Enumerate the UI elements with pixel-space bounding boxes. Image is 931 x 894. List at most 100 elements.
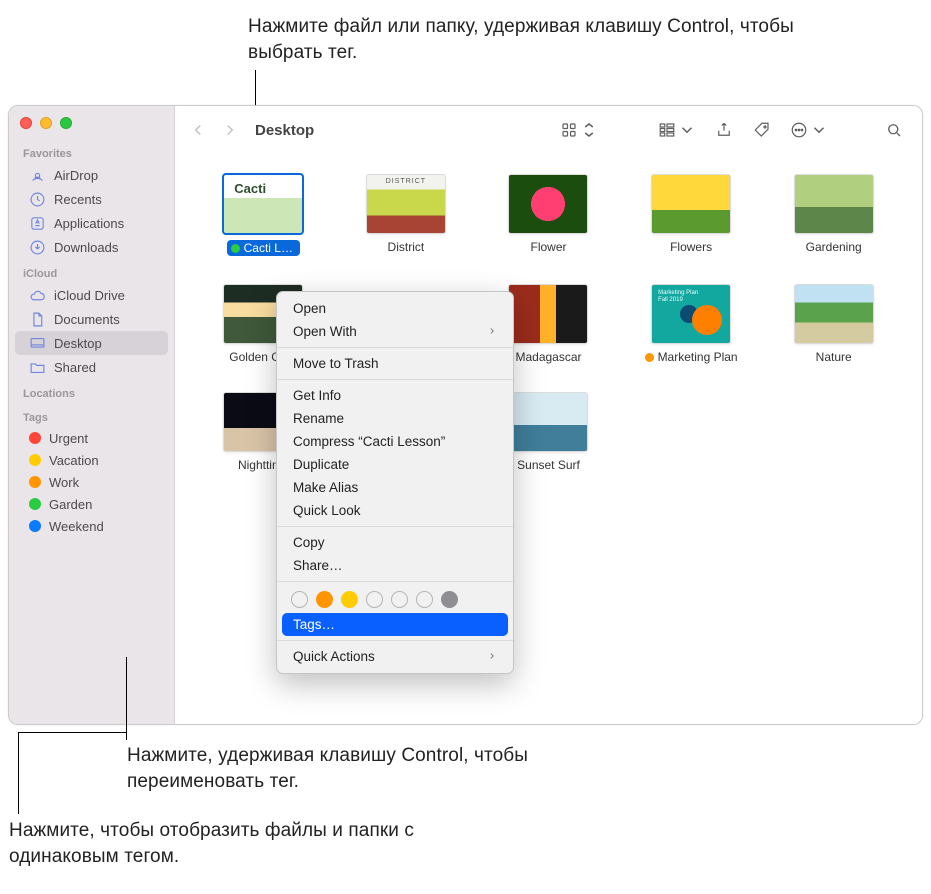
- callout-bot: Нажмите, чтобы отобразить файлы и папки …: [9, 818, 529, 869]
- context-menu-item[interactable]: Get Info: [277, 384, 513, 407]
- file-tag-dot: [645, 353, 654, 362]
- file-thumbnail: [508, 174, 588, 234]
- sidebar-item-airdrop[interactable]: AirDrop: [15, 163, 168, 187]
- clock-icon: [29, 191, 46, 208]
- context-menu-item-quick-actions[interactable]: Quick Actions: [277, 645, 513, 668]
- more-button[interactable]: [786, 116, 832, 144]
- sidebar-item-downloads[interactable]: Downloads: [15, 235, 168, 259]
- finder-sidebar: Favorites AirDrop Recents Applications D…: [9, 106, 175, 724]
- sidebar-header-favorites: Favorites: [9, 139, 174, 163]
- tags-button[interactable]: [748, 116, 776, 144]
- file-label: Cacti L…: [227, 240, 300, 256]
- group-by-button[interactable]: [654, 116, 700, 144]
- shared-folder-icon: [29, 359, 46, 376]
- file-item[interactable]: Gardening: [773, 174, 894, 256]
- file-thumbnail: [508, 392, 588, 452]
- sidebar-header-icloud: iCloud: [9, 259, 174, 283]
- file-item[interactable]: Nature: [773, 284, 894, 364]
- tag-dot-yellow: [29, 454, 41, 466]
- sidebar-tag-vacation[interactable]: Vacation: [15, 449, 168, 471]
- tag-dot-blue: [29, 520, 41, 532]
- tag-color-circle[interactable]: [341, 591, 358, 608]
- context-menu-item[interactable]: Compress “Cacti Lesson”: [277, 430, 513, 453]
- tag-color-circle[interactable]: [391, 591, 408, 608]
- sidebar-item-icloud-drive[interactable]: iCloud Drive: [15, 283, 168, 307]
- file-label: District: [388, 240, 425, 254]
- file-thumbnail: [508, 284, 588, 344]
- context-menu-item[interactable]: Open: [277, 297, 513, 320]
- sidebar-item-documents[interactable]: Documents: [15, 307, 168, 331]
- context-menu-item[interactable]: Make Alias: [277, 476, 513, 499]
- forward-button[interactable]: [219, 117, 241, 143]
- file-label: Sunset Surf: [517, 458, 580, 472]
- tag-color-circle[interactable]: [441, 591, 458, 608]
- window-title: Desktop: [255, 122, 314, 139]
- context-menu-item[interactable]: Move to Trash: [277, 352, 513, 375]
- context-menu-item[interactable]: Open With: [277, 320, 513, 343]
- back-button[interactable]: [187, 117, 209, 143]
- file-item[interactable]: Marketing Plan: [631, 284, 752, 364]
- share-button[interactable]: [710, 116, 738, 144]
- downloads-icon: [29, 239, 46, 256]
- menu-separator: [277, 379, 513, 380]
- desktop-icon: [29, 335, 46, 352]
- fullscreen-button[interactable]: [60, 117, 72, 129]
- menu-separator: [277, 581, 513, 582]
- context-menu-item[interactable]: Share…: [277, 554, 513, 577]
- callout-top: Нажмите файл или папку, удерживая клавиш…: [248, 14, 808, 65]
- sidebar-tag-urgent[interactable]: Urgent: [15, 427, 168, 449]
- menu-separator: [277, 526, 513, 527]
- file-thumbnail: [794, 284, 874, 344]
- document-icon: [29, 311, 46, 328]
- context-menu-item[interactable]: Quick Look: [277, 499, 513, 522]
- sidebar-item-applications[interactable]: Applications: [15, 211, 168, 235]
- file-thumbnail: [651, 284, 731, 344]
- file-item[interactable]: District: [346, 174, 467, 256]
- applications-icon: [29, 215, 46, 232]
- file-thumbnail: [223, 174, 303, 234]
- tag-color-circle[interactable]: [316, 591, 333, 608]
- file-item[interactable]: Cacti L…: [203, 174, 324, 256]
- file-label: Madagascar: [515, 350, 581, 364]
- window-controls: [20, 117, 72, 129]
- file-label: Flower: [530, 240, 566, 254]
- sidebar-tag-weekend[interactable]: Weekend: [15, 515, 168, 537]
- chevron-right-icon: [487, 649, 497, 664]
- tag-color-circle[interactable]: [291, 591, 308, 608]
- tag-dot-green: [29, 498, 41, 510]
- context-menu-item-tags[interactable]: Tags…: [282, 613, 508, 636]
- tag-color-circle[interactable]: [366, 591, 383, 608]
- airdrop-icon: [29, 167, 46, 184]
- sidebar-item-recents[interactable]: Recents: [15, 187, 168, 211]
- context-menu-tag-colors: [277, 586, 513, 613]
- file-thumbnail: [794, 174, 874, 234]
- close-button[interactable]: [20, 117, 32, 129]
- sidebar-item-desktop[interactable]: Desktop: [15, 331, 168, 355]
- file-item[interactable]: Flowers: [631, 174, 752, 256]
- file-thumbnail: [651, 174, 731, 234]
- context-menu-item[interactable]: Rename: [277, 407, 513, 430]
- sidebar-tag-work[interactable]: Work: [15, 471, 168, 493]
- context-menu-item[interactable]: Copy: [277, 531, 513, 554]
- context-menu: OpenOpen With Move to Trash Get InfoRename…: [276, 291, 514, 674]
- sidebar-header-tags: Tags: [9, 403, 174, 427]
- sidebar-tag-garden[interactable]: Garden: [15, 493, 168, 515]
- file-label: Gardening: [806, 240, 862, 254]
- search-button[interactable]: [880, 116, 908, 144]
- file-item[interactable]: Flower: [488, 174, 609, 256]
- tag-color-circle[interactable]: [416, 591, 433, 608]
- context-menu-item[interactable]: Duplicate: [277, 453, 513, 476]
- menu-separator: [277, 347, 513, 348]
- cloud-icon: [29, 287, 46, 304]
- file-label: Marketing Plan: [645, 350, 738, 364]
- chevron-right-icon: [487, 324, 497, 339]
- sidebar-item-shared[interactable]: Shared: [15, 355, 168, 379]
- minimize-button[interactable]: [40, 117, 52, 129]
- callout-mid: Нажмите, удерживая клавишу Control, чтоб…: [127, 743, 647, 794]
- file-label: Flowers: [670, 240, 712, 254]
- tag-dot-red: [29, 432, 41, 444]
- file-label: Nature: [816, 350, 852, 364]
- file-tag-dot: [231, 244, 240, 253]
- tag-dot-orange: [29, 476, 41, 488]
- view-mode-button[interactable]: [556, 116, 602, 144]
